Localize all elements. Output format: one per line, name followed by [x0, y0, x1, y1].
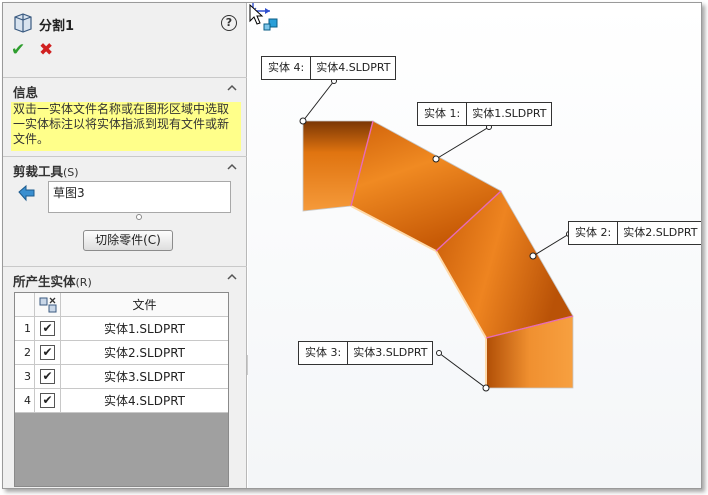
graphics-area[interactable]: 实体 4: 实体4.SLDPRT 实体 1: 实体1.SLDPRT 实体 2: 实体2… — [248, 3, 701, 488]
row-file[interactable]: 实体4.SLDPRT — [61, 389, 228, 413]
checkbox-icon[interactable]: ✔ — [40, 345, 55, 360]
callout-body-1[interactable]: 实体 1: 实体1.SLDPRT — [417, 102, 553, 126]
cut-part-button[interactable]: 切除零件(C) — [83, 230, 173, 251]
cursor-icon — [249, 3, 278, 31]
row-number: 3 — [15, 365, 35, 389]
callout-body-4[interactable]: 实体 4: 实体4.SLDPRT — [261, 56, 397, 80]
section-bodies-label: 所产生实体(R) — [13, 274, 92, 289]
row-number: 4 — [15, 389, 35, 413]
section-trim-header[interactable]: 剪裁工具(S) — [3, 156, 247, 179]
header-file: 文件 — [61, 293, 228, 317]
row-file[interactable]: 实体2.SLDPRT — [61, 341, 228, 365]
split-feature-icon — [14, 13, 32, 33]
feature-title: 分割1 — [39, 19, 75, 34]
callout-value: 实体1.SLDPRT — [472, 107, 547, 120]
table-row[interactable]: 2 ✔ 实体2.SLDPRT — [15, 341, 228, 365]
table-row[interactable]: 3 ✔ 实体3.SLDPRT — [15, 365, 228, 389]
checkbox-icon[interactable]: ✔ — [40, 321, 55, 336]
section-info-header[interactable]: 信息 — [3, 77, 247, 100]
sketch-arrow-icon — [18, 184, 35, 202]
callout-body-3[interactable]: 实体 3: 实体3.SLDPRT — [298, 341, 434, 365]
callout-value: 实体2.SLDPRT — [623, 226, 698, 239]
callout-value: 实体4.SLDPRT — [316, 61, 391, 74]
checkbox-icon[interactable]: ✔ — [40, 393, 55, 408]
callout-key: 实体 1: — [418, 103, 468, 125]
collapse-caret-icon[interactable] — [227, 83, 237, 93]
callout-key: 实体 2: — [569, 222, 619, 244]
body-toggle-icon — [39, 297, 57, 313]
collapse-caret-icon[interactable] — [227, 272, 237, 282]
help-icon[interactable]: ? — [221, 15, 237, 31]
callout-key: 实体 4: — [262, 57, 312, 79]
property-manager: 分割1 ? ✔ ✖ 信息 双击一实体文件名称或在图形区域中选取一实体标注以将实体… — [3, 3, 247, 488]
trim-sketch-list[interactable]: 草图3 — [48, 181, 231, 213]
row-number: 1 — [15, 317, 35, 341]
collapse-caret-icon[interactable] — [227, 162, 237, 172]
table-header: 文件 — [15, 293, 228, 317]
window: 分割1 ? ✔ ✖ 信息 双击一实体文件名称或在图形区域中选取一实体标注以将实体… — [2, 2, 702, 489]
section-info-label: 信息 — [13, 85, 39, 100]
ok-check-icon[interactable]: ✔ — [11, 41, 25, 59]
table-row[interactable]: 1 ✔ 实体1.SLDPRT — [15, 317, 228, 341]
callout-value: 实体3.SLDPRT — [353, 346, 428, 359]
checkbox-icon[interactable]: ✔ — [40, 369, 55, 384]
callout-key: 实体 3: — [299, 342, 349, 364]
section-bodies-header[interactable]: 所产生实体(R) — [3, 266, 247, 289]
cancel-x-icon[interactable]: ✖ — [39, 41, 53, 59]
checkbox-cell: ✔ — [35, 317, 61, 341]
list-resize-handle[interactable] — [136, 214, 142, 220]
info-message: 双击一实体文件名称或在图形区域中选取一实体标注以将实体指派到现有文件或新文件。 — [11, 102, 241, 151]
header-toggle-cell[interactable] — [35, 293, 61, 317]
row-number: 2 — [15, 341, 35, 365]
resulting-bodies-table: 文件 1 ✔ 实体1.SLDPRT 2 ✔ 实体2.SLDPRT 3 ✔ 实体3… — [14, 292, 229, 487]
row-file[interactable]: 实体1.SLDPRT — [61, 317, 228, 341]
callout-body-2[interactable]: 实体 2: 实体2.SLDPRT — [568, 221, 701, 245]
checkbox-cell: ✔ — [35, 341, 61, 365]
header-corner — [15, 293, 35, 317]
section-trim-label: 剪裁工具(S) — [13, 164, 79, 179]
table-row[interactable]: 4 ✔ 实体4.SLDPRT — [15, 389, 228, 413]
checkbox-cell: ✔ — [35, 365, 61, 389]
checkbox-cell: ✔ — [35, 389, 61, 413]
property-manager-header: 分割1 ? ✔ ✖ — [3, 3, 247, 63]
row-file[interactable]: 实体3.SLDPRT — [61, 365, 228, 389]
